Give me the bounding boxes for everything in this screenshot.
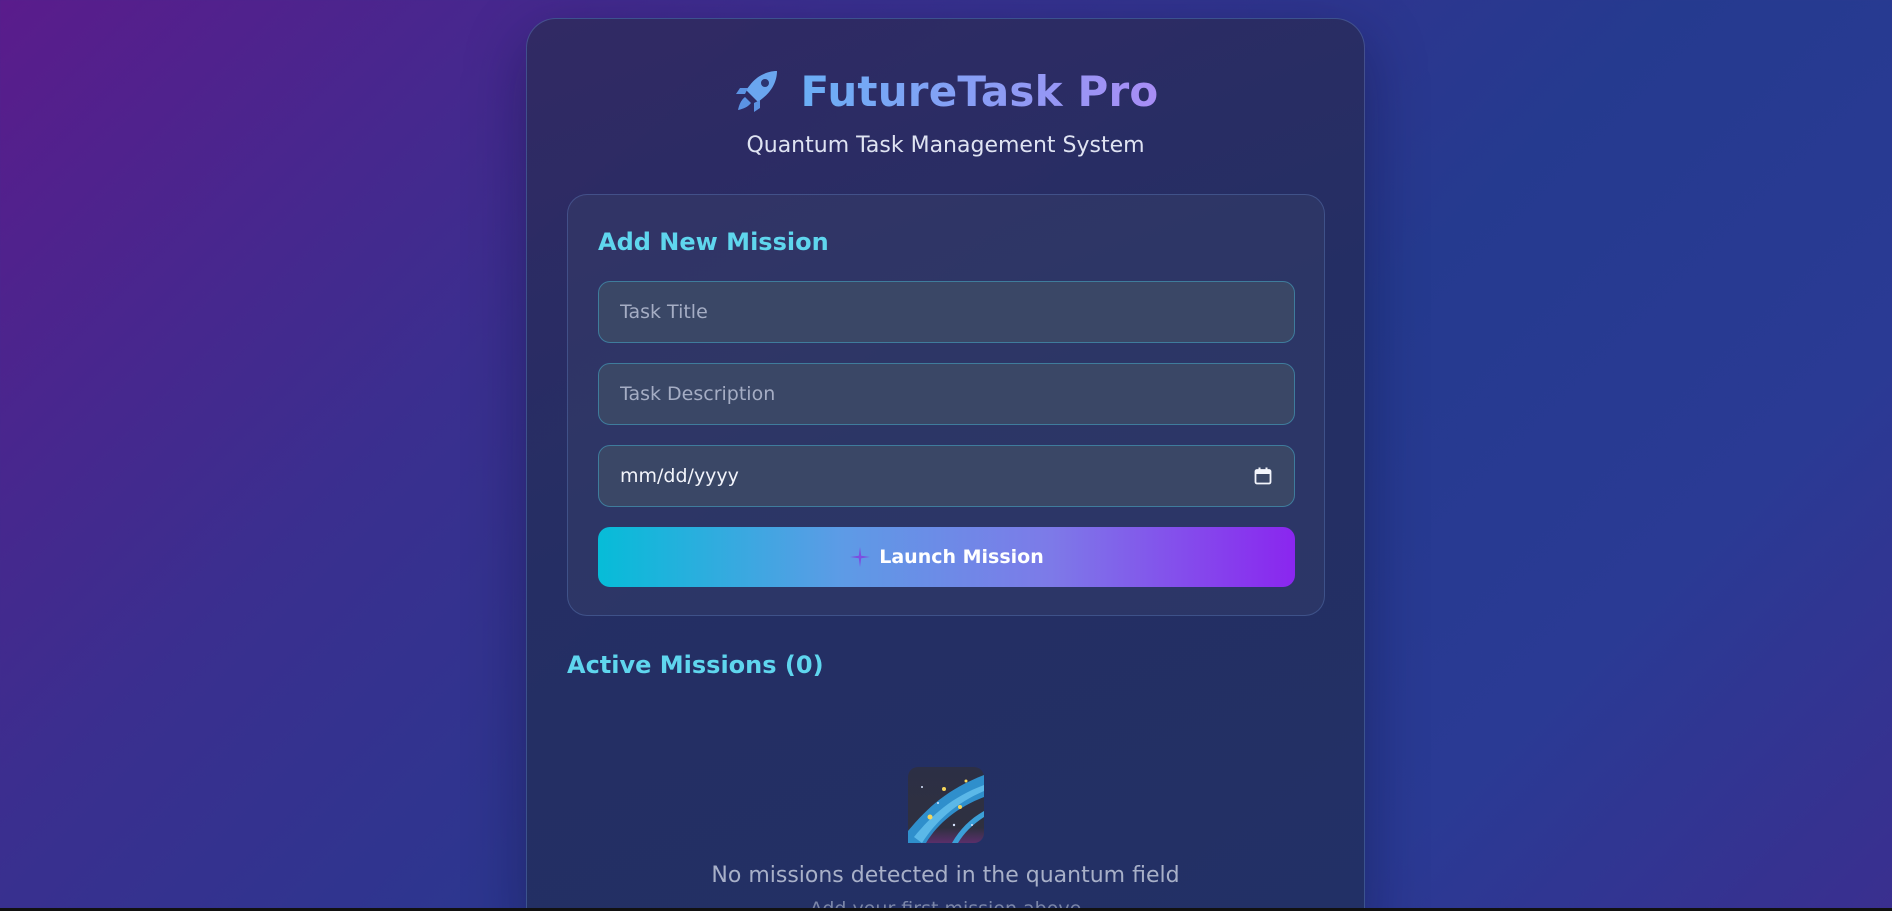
title-row: FutureTask Pro: [527, 61, 1364, 121]
app-header: FutureTask Pro Quantum Task Management S…: [527, 61, 1364, 158]
task-description-input[interactable]: [598, 363, 1295, 425]
task-date-input[interactable]: mm/dd/yyyy: [598, 445, 1295, 507]
active-missions-heading: Active Missions (0): [567, 651, 824, 679]
app-title: FutureTask Pro: [800, 66, 1159, 116]
rocket-icon: [733, 67, 781, 115]
launch-mission-label: Launch Mission: [879, 546, 1044, 568]
task-title-input[interactable]: [598, 281, 1295, 343]
app-card: FutureTask Pro Quantum Task Management S…: [526, 18, 1365, 911]
calendar-icon[interactable]: [1253, 466, 1273, 486]
launch-mission-button[interactable]: Launch Mission: [598, 527, 1295, 587]
app-subtitle: Quantum Task Management System: [746, 133, 1145, 158]
milky-way-icon: [907, 767, 984, 843]
date-value: mm/dd/yyyy: [620, 465, 739, 487]
add-mission-panel: Add New Mission mm/dd/yyyy Launch Missio: [567, 194, 1325, 616]
empty-message: No missions detected in the quantum fiel…: [711, 863, 1180, 888]
sparkle-icon: [849, 546, 871, 568]
add-mission-heading: Add New Mission: [598, 228, 829, 256]
empty-state: No missions detected in the quantum fiel…: [527, 767, 1364, 911]
